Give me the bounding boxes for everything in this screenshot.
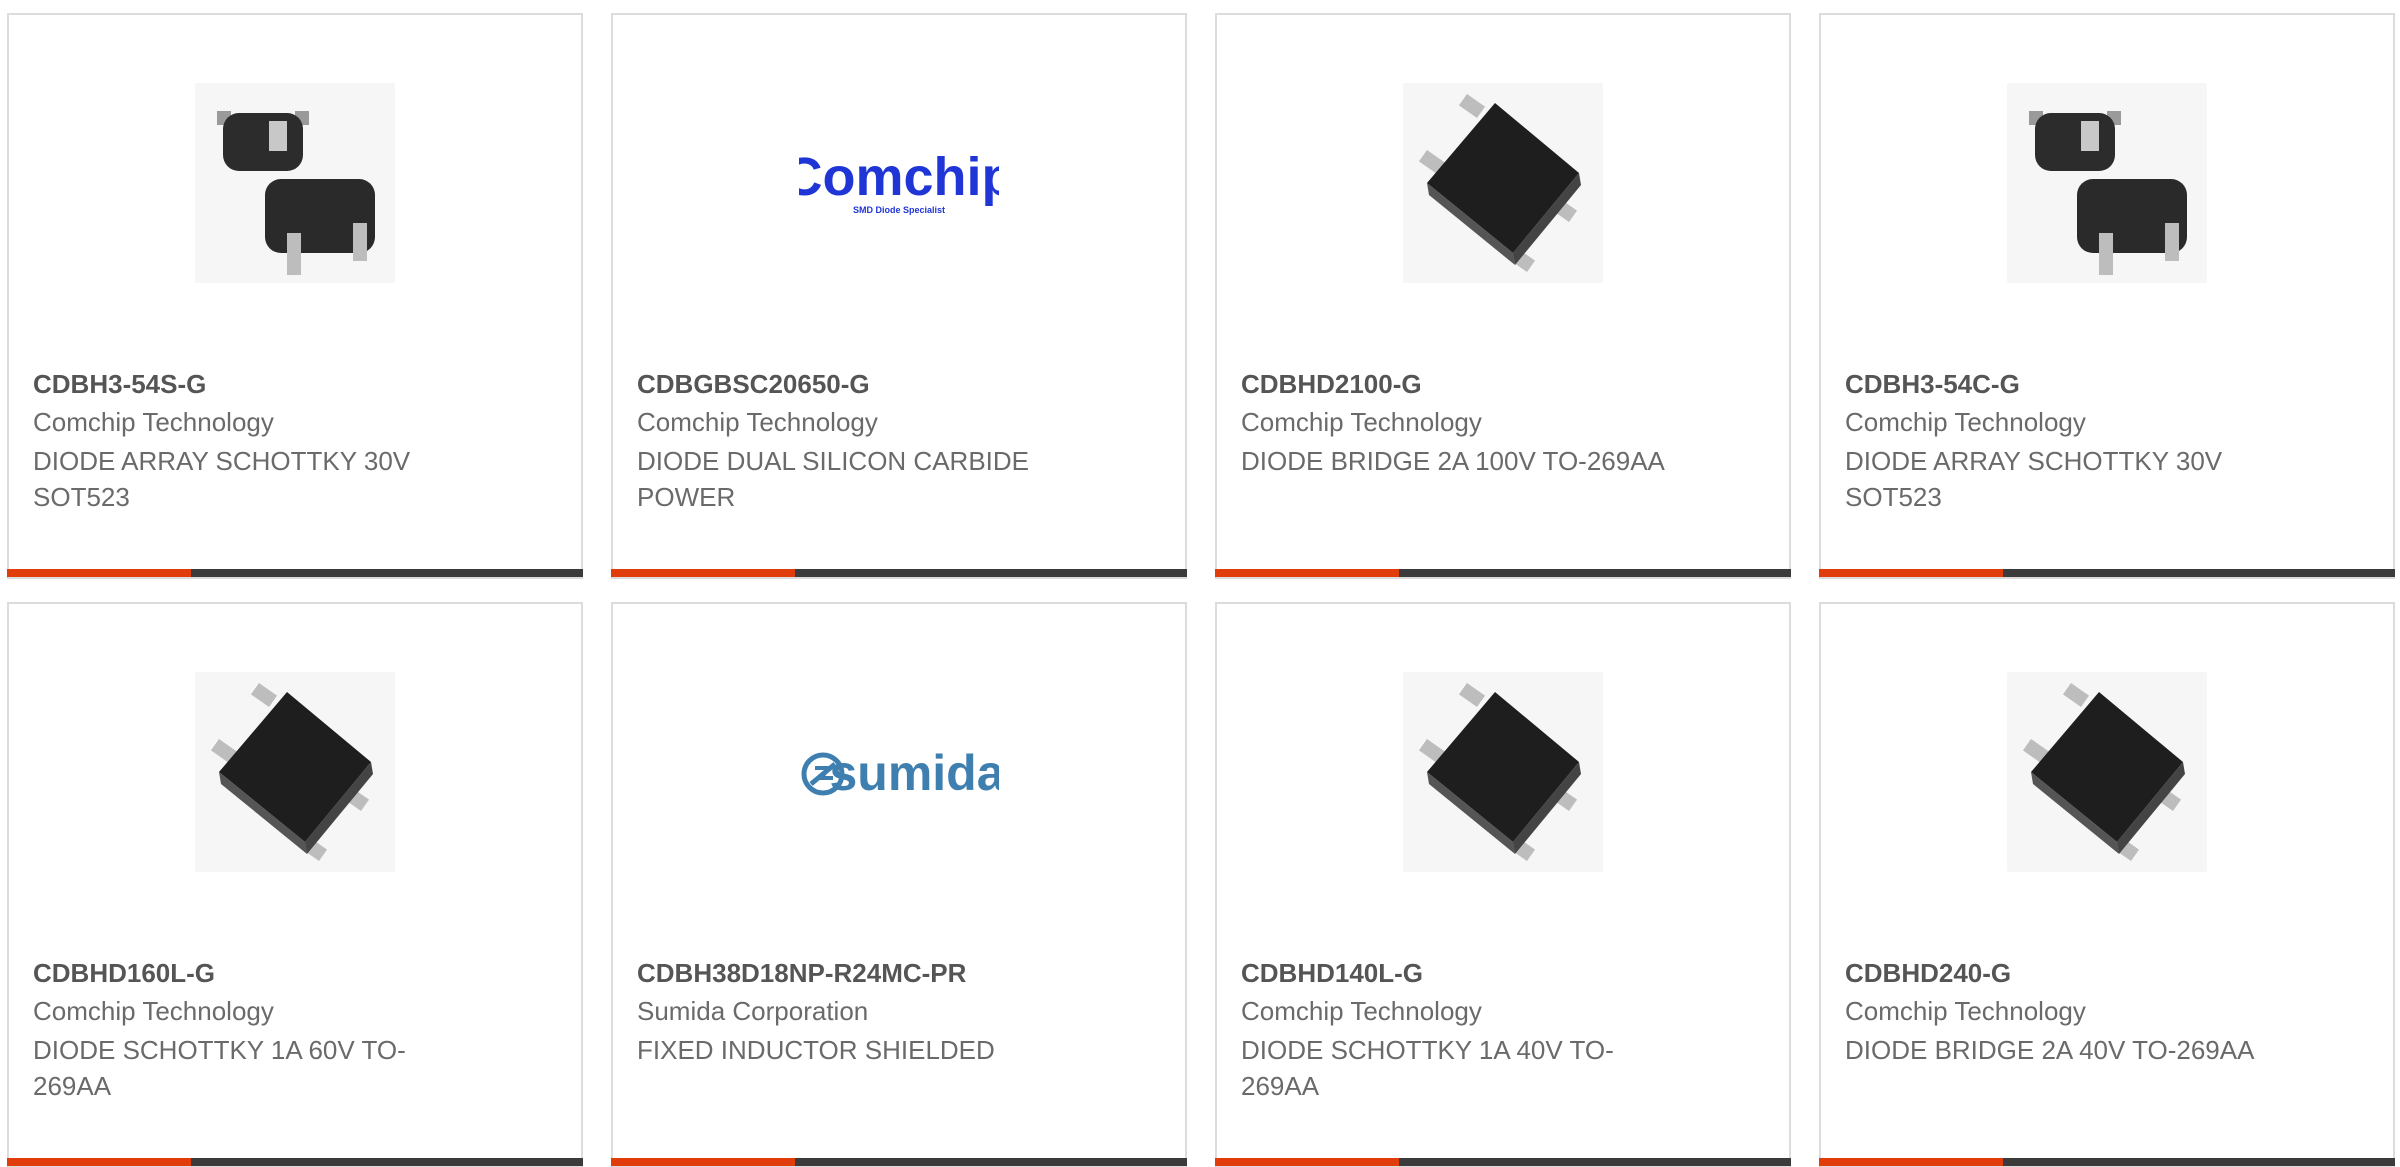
product-description: DIODE BRIDGE 2A 100V TO-269AA <box>1241 446 1665 476</box>
card-footer-bar <box>1819 569 2395 577</box>
part-number-link[interactable]: CDBHD140L-G <box>1241 958 1423 989</box>
manufacturer-name: Comchip Technology <box>33 996 274 1026</box>
part-number-link[interactable]: CDBH3-54S-G <box>33 369 206 400</box>
product-description: DIODE ARRAY SCHOTTKY 30V SOT523 <box>1845 446 2223 512</box>
part-number-link[interactable]: CDBHD160L-G <box>33 958 215 989</box>
part-number-link[interactable]: CDBGBSC20650-G <box>637 369 870 400</box>
product-description: DIODE SCHOTTKY 1A 40V TO-269AA <box>1241 1035 1614 1101</box>
to269aa-package-icon <box>210 682 373 862</box>
card-accent-bar <box>611 1158 795 1166</box>
svg-text:Comchip: Comchip <box>799 147 999 207</box>
manufacturer-name: Comchip Technology <box>637 407 878 437</box>
product-description: DIODE ARRAY SCHOTTKY 30V SOT523 <box>33 446 411 512</box>
manufacturer-name: Comchip Technology <box>1845 996 2086 1026</box>
card-accent-bar <box>1819 569 2003 577</box>
card-footer-bar <box>611 1158 1187 1166</box>
product-image[interactable] <box>1403 83 1603 283</box>
part-number-link[interactable]: CDBH38D18NP-R24MC-PR <box>637 958 966 989</box>
product-description: DIODE SCHOTTKY 1A 60V TO-269AA <box>33 1035 406 1101</box>
product-card[interactable]: CDBHD2100-G Comchip Technology DIODE BRI… <box>1215 13 1791 579</box>
card-accent-bar <box>1215 1158 1399 1166</box>
product-card[interactable]: CDBH3-54S-G Comchip Technology DIODE ARR… <box>7 13 583 579</box>
product-image[interactable] <box>1403 672 1603 872</box>
sumida-logo: sumida <box>801 745 999 801</box>
card-accent-bar <box>7 569 191 577</box>
svg-text:SMD Diode Specialist: SMD Diode Specialist <box>853 205 945 215</box>
comchip-logo: Comchip SMD Diode Specialist <box>799 147 999 215</box>
product-image[interactable] <box>195 672 395 872</box>
card-accent-bar <box>611 569 795 577</box>
product-card[interactable]: CDBH3-54C-G Comchip Technology DIODE ARR… <box>1819 13 2395 579</box>
part-number-link[interactable]: CDBH3-54C-G <box>1845 369 2020 400</box>
product-image[interactable]: sumida <box>799 672 999 872</box>
to269aa-package-icon <box>1418 93 1581 273</box>
manufacturer-name: Comchip Technology <box>33 407 274 437</box>
card-footer-bar <box>1819 1158 2395 1166</box>
product-image[interactable] <box>2007 672 2207 872</box>
card-accent-bar <box>7 1158 191 1166</box>
manufacturer-name: Comchip Technology <box>1845 407 2086 437</box>
product-description: DIODE DUAL SILICON CARBIDE POWER <box>637 446 1030 512</box>
product-grid: CDBH3-54S-G Comchip Technology DIODE ARR… <box>0 0 2400 1167</box>
svg-text:sumida: sumida <box>829 745 999 801</box>
product-image[interactable]: Comchip SMD Diode Specialist <box>799 83 999 283</box>
product-card[interactable]: Comchip SMD Diode Specialist CDBGBSC2065… <box>611 13 1187 579</box>
product-card[interactable]: sumida CDBH38D18NP-R24MC-PR Sumida Corpo… <box>611 602 1187 1167</box>
card-accent-bar <box>1215 569 1399 577</box>
card-footer-bar <box>7 1158 583 1166</box>
sot523-package-icon <box>2029 111 2187 275</box>
card-footer-bar <box>1215 569 1791 577</box>
product-card[interactable]: CDBHD160L-G Comchip Technology DIODE SCH… <box>7 602 583 1167</box>
sot523-package-icon <box>217 111 375 275</box>
to269aa-package-icon <box>1418 682 1581 862</box>
manufacturer-name: Comchip Technology <box>1241 996 1482 1026</box>
product-image[interactable] <box>2007 83 2207 283</box>
manufacturer-name: Comchip Technology <box>1241 407 1482 437</box>
card-footer-bar <box>611 569 1187 577</box>
product-description: DIODE BRIDGE 2A 40V TO-269AA <box>1845 1035 2255 1065</box>
card-accent-bar <box>1819 1158 2003 1166</box>
card-footer-bar <box>7 569 583 577</box>
product-card[interactable]: CDBHD140L-G Comchip Technology DIODE SCH… <box>1215 602 1791 1167</box>
product-card[interactable]: CDBHD240-G Comchip Technology DIODE BRID… <box>1819 602 2395 1167</box>
part-number-link[interactable]: CDBHD240-G <box>1845 958 2011 989</box>
product-image[interactable] <box>195 83 395 283</box>
product-description: FIXED INDUCTOR SHIELDED <box>637 1035 995 1065</box>
part-number-link[interactable]: CDBHD2100-G <box>1241 369 1422 400</box>
manufacturer-name: Sumida Corporation <box>637 996 869 1026</box>
to269aa-package-icon <box>2022 682 2185 862</box>
card-footer-bar <box>1215 1158 1791 1166</box>
